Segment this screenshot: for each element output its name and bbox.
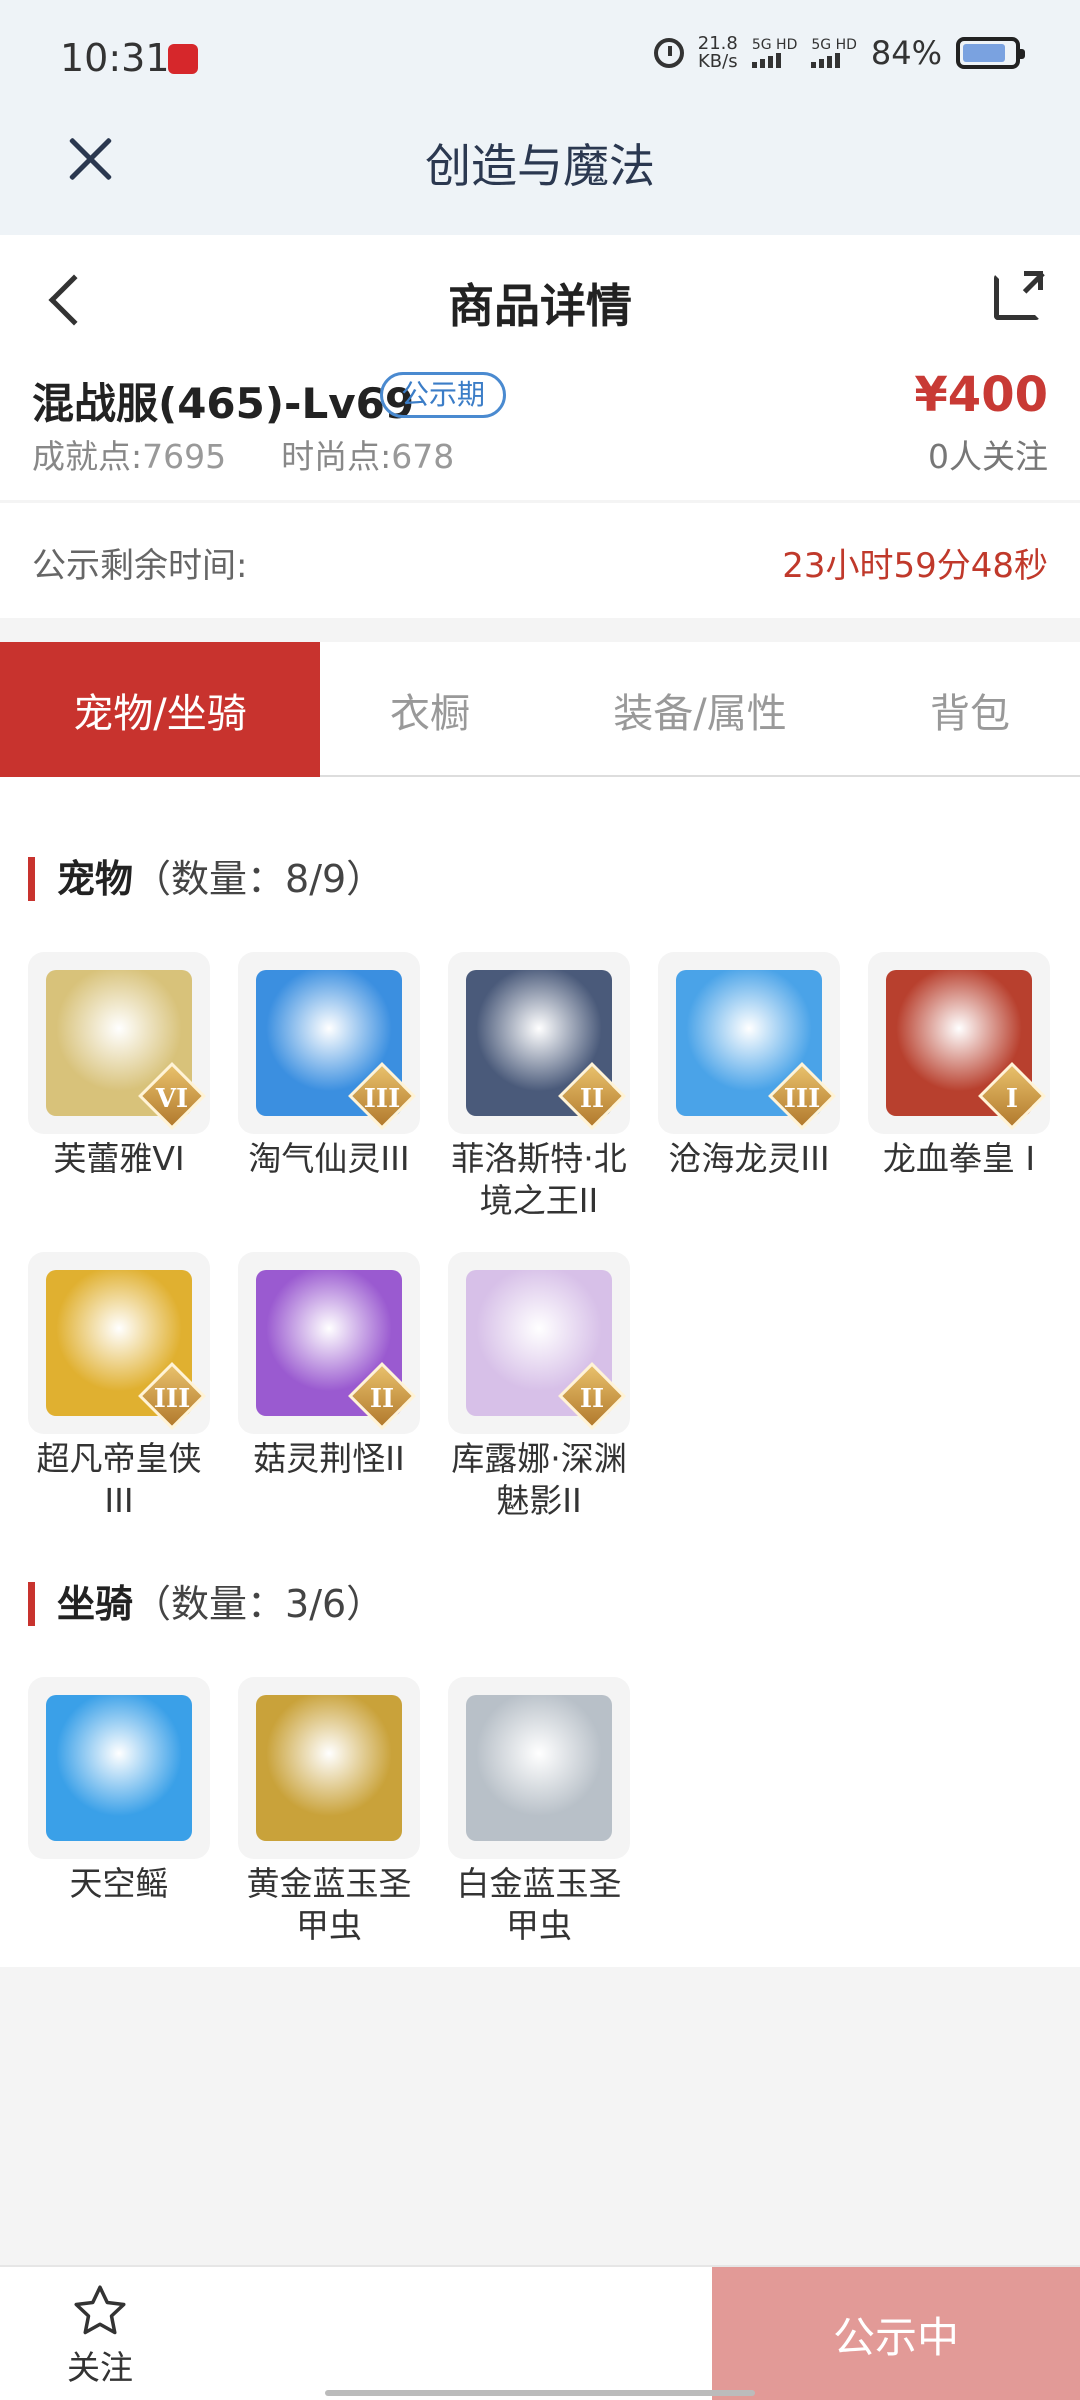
achievement-value: 7695: [142, 437, 227, 476]
rank-label: III: [363, 1084, 401, 1114]
pet-card[interactable]: I 龙血拳皇 I: [868, 952, 1050, 1222]
pet-card[interactable]: II 库露娜·深渊魅影II: [448, 1252, 630, 1522]
home-indicator: [325, 2390, 755, 2396]
rank-label: VI: [155, 1084, 189, 1114]
pet-name: 超凡帝皇侠III: [36, 1439, 202, 1520]
tab-pets-mounts[interactable]: 宠物/坐骑: [0, 642, 320, 777]
pet-thumbnail: VI: [28, 952, 210, 1134]
pet-name: 淘气仙灵III: [248, 1139, 410, 1178]
status-time: 10:31: [60, 36, 170, 80]
item-stats: 成就点:7695 时尚点:678: [32, 430, 454, 478]
signal-bars-icon: [751, 52, 798, 68]
alarm-icon: [653, 38, 684, 68]
item-header: 商品详情 混战服(465)-Lv69 公示期 ¥400 成就点:7695 时尚点:…: [0, 235, 1080, 500]
pet-name: 沧海龙灵III: [668, 1139, 830, 1178]
mounts-grid: 天空鳐 黄金蓝玉圣甲虫 白金蓝玉圣甲虫: [28, 1677, 1050, 1947]
app-title-bar: 创造与魔法: [0, 120, 1080, 235]
tab-equipment[interactable]: 装备/属性: [540, 642, 860, 777]
follow-label: 关注: [67, 2348, 133, 2387]
fashion-value: 678: [391, 437, 455, 476]
mount-thumbnail: [28, 1677, 210, 1859]
status-badge: 公示期: [380, 372, 507, 418]
pet-card[interactable]: III 沧海龙灵III: [658, 952, 840, 1222]
mount-name: 天空鳐: [69, 1864, 169, 1903]
battery-percent: 84%: [870, 34, 942, 72]
pet-thumbnail: III: [238, 952, 420, 1134]
countdown-row: 公示剩余时间: 23小时59分48秒: [0, 503, 1080, 618]
public-status-button[interactable]: 公示中: [712, 2267, 1080, 2400]
pet-card[interactable]: II 菇灵荆怪II: [238, 1252, 420, 1522]
mount-card[interactable]: 黄金蓝玉圣甲虫: [238, 1677, 420, 1947]
battery-level: [963, 44, 1005, 62]
follower-count: 0人关注: [928, 437, 1048, 476]
tab-wardrobe[interactable]: 衣橱: [320, 642, 540, 777]
mount-thumbnail: [238, 1677, 420, 1859]
page-title: 商品详情: [448, 279, 632, 333]
pets-grid: VI 芙蕾雅VI III 淘气仙灵III II 菲洛斯特·北境之王II III 沧海龙灵III…: [28, 952, 1050, 1522]
item-name: 混战服(465)-Lv69: [32, 379, 415, 428]
rank-label: I: [1005, 1084, 1019, 1114]
pet-name: 菲洛斯特·北境之王II: [451, 1139, 627, 1220]
mount-portrait-icon: [46, 1695, 192, 1841]
rank-label: III: [783, 1084, 821, 1114]
pet-name: 芙蕾雅VI: [53, 1139, 185, 1178]
pet-card[interactable]: III 超凡帝皇侠III: [28, 1252, 210, 1522]
tab-bar: 宠物/坐骑 衣橱 装备/属性 背包: [0, 642, 1080, 777]
status-bar: 10:31 21.8 KB/s 5G HD 5G HD 84%: [0, 0, 1080, 120]
signal-2: 5G HD: [811, 38, 857, 68]
share-icon[interactable]: [994, 271, 1043, 320]
countdown-label: 公示剩余时间:: [32, 546, 248, 586]
mounts-section-title: 坐骑（数量：3/6）: [28, 1582, 384, 1626]
app-title: 创造与魔法: [425, 139, 655, 193]
pet-card[interactable]: II 菲洛斯特·北境之王II: [448, 952, 630, 1222]
mount-portrait-icon: [466, 1695, 612, 1841]
pet-card[interactable]: III 淘气仙灵III: [238, 952, 420, 1222]
page-nav: 商品详情: [0, 270, 1080, 340]
mount-name: 白金蓝玉圣甲虫: [456, 1864, 622, 1945]
notification-app-icon: [168, 44, 198, 74]
pet-thumbnail: II: [448, 1252, 630, 1434]
tab-content: 宠物（数量：8/9） VI 芙蕾雅VI III 淘气仙灵III II 菲洛斯特·北境之王I…: [0, 777, 1080, 1967]
bottom-bar: 关注 公示中: [0, 2265, 1080, 2400]
pet-thumbnail: III: [28, 1252, 210, 1434]
mount-portrait-icon: [256, 1695, 402, 1841]
status-indicators: 21.8 KB/s 5G HD 5G HD 84%: [653, 33, 1025, 72]
mount-card[interactable]: 白金蓝玉圣甲虫: [448, 1677, 630, 1947]
pet-thumbnail: III: [658, 952, 840, 1134]
rank-label: II: [579, 1384, 605, 1414]
achievement-label: 成就点:: [32, 437, 143, 476]
pet-name: 库露娜·深渊魅影II: [451, 1439, 627, 1520]
rank-label: II: [369, 1384, 395, 1414]
star-icon: [74, 2285, 126, 2335]
follow-button[interactable]: 关注: [40, 2273, 160, 2398]
pet-thumbnail: II: [238, 1252, 420, 1434]
pet-name: 菇灵荆怪II: [253, 1439, 405, 1478]
mount-card[interactable]: 天空鳐: [28, 1677, 210, 1947]
rank-label: II: [579, 1084, 605, 1114]
signal-bars-icon: [811, 52, 857, 68]
network-speed: 21.8 KB/s: [697, 33, 738, 72]
battery-icon: [956, 37, 1025, 69]
item-price: ¥400: [914, 367, 1048, 423]
pet-name: 龙血拳皇 I: [882, 1139, 1036, 1178]
pets-section-title: 宠物（数量：8/9）: [28, 857, 384, 901]
mount-thumbnail: [448, 1677, 630, 1859]
mount-name: 黄金蓝玉圣甲虫: [246, 1864, 412, 1945]
pet-thumbnail: I: [868, 952, 1050, 1134]
rank-label: III: [153, 1384, 191, 1414]
fashion-label: 时尚点:: [281, 437, 392, 476]
signal-1: 5G HD: [751, 38, 798, 68]
pet-thumbnail: II: [448, 952, 630, 1134]
pet-card[interactable]: VI 芙蕾雅VI: [28, 952, 210, 1222]
tab-backpack[interactable]: 背包: [860, 642, 1080, 777]
countdown-value: 23小时59分48秒: [782, 546, 1048, 586]
